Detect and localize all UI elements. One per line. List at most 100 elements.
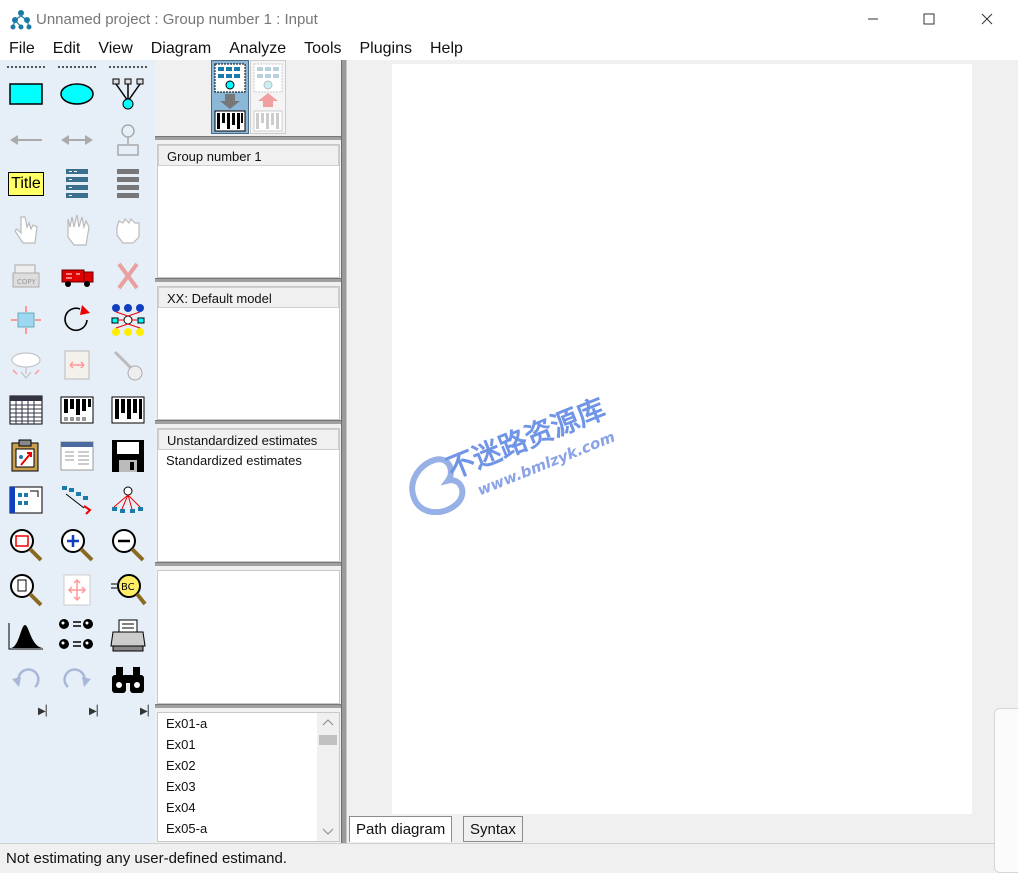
erase-objects-icon[interactable] — [108, 256, 148, 296]
minimize-button[interactable] — [844, 0, 902, 38]
drag-properties-icon[interactable] — [57, 480, 97, 520]
watermark: 不迷路资源库 www.bmlzyk.com — [388, 355, 648, 516]
view-text-icon[interactable] — [57, 436, 97, 476]
panel-separator[interactable] — [155, 562, 343, 566]
scroll-down-icon[interactable] — [322, 827, 334, 837]
move-parameter-icon[interactable] — [6, 345, 46, 385]
group-item[interactable]: Group number 1 — [158, 145, 339, 166]
computation-summary-panel — [157, 570, 340, 704]
model-item[interactable]: XX: Default model — [158, 287, 339, 308]
analysis-properties-icon[interactable] — [57, 390, 97, 430]
partial-popup-window — [994, 708, 1018, 873]
files-scrollbar[interactable] — [317, 713, 339, 841]
select-all-objects-icon[interactable] — [57, 210, 97, 250]
draw-unique-variable-icon[interactable] — [108, 120, 148, 160]
zoom-out-icon[interactable] — [108, 525, 148, 565]
resize-diagram-icon[interactable] — [57, 570, 97, 610]
save-diagram-icon[interactable] — [108, 436, 148, 476]
duplicate-objects-icon[interactable]: COPY — [6, 256, 46, 296]
file-item[interactable]: Ex04 — [158, 797, 318, 818]
zoom-selected-area-icon[interactable] — [6, 525, 46, 565]
scroll-icon[interactable] — [57, 345, 97, 385]
draw-path-icon[interactable] — [6, 120, 46, 160]
status-bar: Not estimating any user-defined estimand… — [0, 843, 1018, 873]
rotate-indicators-icon[interactable] — [57, 300, 97, 340]
select-data-files-icon[interactable] — [6, 390, 46, 430]
expand-arrow-icon[interactable]: ▶▏ — [89, 706, 104, 717]
file-item[interactable]: Ex05-a — [158, 818, 318, 839]
file-item[interactable]: Ex01-a — [158, 713, 318, 734]
menu-diagram[interactable]: Diagram — [142, 38, 220, 60]
scroll-up-icon[interactable] — [322, 717, 334, 727]
window-title: Unnamed project : Group number 1 : Input — [36, 11, 318, 28]
expand-arrow-icon[interactable]: ▶▏ — [38, 706, 53, 717]
maximize-icon — [923, 13, 935, 25]
print-diagram-icon[interactable] — [108, 616, 148, 656]
bayesian-estimation-icon[interactable] — [6, 616, 46, 656]
move-objects-icon[interactable] — [57, 256, 97, 296]
tab-path-diagram[interactable]: Path diagram — [349, 816, 453, 842]
minimize-icon — [868, 18, 878, 20]
list-variables-in-dataset-icon[interactable] — [108, 164, 148, 204]
navigation-panel: Group number 1 XX: Default model Unstand… — [155, 60, 345, 843]
panel-separator[interactable] — [155, 420, 343, 424]
undo-icon[interactable] — [6, 660, 46, 700]
toolbar-grip — [58, 66, 96, 68]
calculate-estimates-icon[interactable] — [108, 390, 148, 430]
menu-help[interactable]: Help — [421, 38, 472, 60]
estimates-list[interactable]: Unstandardized estimates Standardized es… — [157, 428, 340, 562]
draw-observed-variable-icon[interactable] — [6, 74, 46, 114]
reflect-indicators-icon[interactable] — [108, 300, 148, 340]
panel-separator[interactable] — [155, 704, 343, 708]
toolbar-grip — [109, 66, 147, 68]
magnifier-icon[interactable]: BC — [108, 570, 148, 610]
select-one-object-icon[interactable] — [6, 210, 46, 250]
panel-separator[interactable] — [155, 278, 343, 282]
estimate-item[interactable]: Standardized estimates — [158, 450, 339, 471]
maximize-button[interactable] — [900, 0, 958, 38]
draw-indicator-icon[interactable] — [108, 74, 148, 114]
title-tool-label: Title — [8, 172, 44, 196]
models-list[interactable]: XX: Default model — [157, 286, 340, 420]
draw-covariance-icon[interactable] — [57, 120, 97, 160]
object-properties-icon[interactable] — [6, 480, 46, 520]
menu-edit[interactable]: Edit — [44, 38, 90, 60]
figure-caption-icon[interactable]: Title — [6, 164, 46, 204]
menu-file[interactable]: File — [0, 38, 44, 60]
view-input-icon — [214, 63, 246, 132]
amos-app-icon — [10, 10, 32, 30]
deselect-all-objects-icon[interactable] — [108, 210, 148, 250]
list-variables-in-model-icon[interactable] — [57, 164, 97, 204]
files-list[interactable]: Ex01-a Ex01 Ex02 Ex03 Ex04 Ex05-a — [157, 712, 340, 842]
menu-plugins[interactable]: Plugins — [351, 38, 421, 60]
menu-analyze[interactable]: Analyze — [220, 38, 295, 60]
change-shape-icon[interactable] — [6, 300, 46, 340]
file-item[interactable]: Ex02 — [158, 755, 318, 776]
specification-search-icon[interactable] — [108, 660, 148, 700]
multiple-group-analysis-icon[interactable] — [57, 616, 97, 656]
file-item[interactable]: Ex01 — [158, 734, 318, 755]
copy-diagram-icon[interactable] — [6, 436, 46, 476]
expand-arrow-icon[interactable]: ▶▏ — [140, 706, 155, 717]
show-entire-page-icon[interactable] — [6, 570, 46, 610]
view-output-icon — [253, 63, 283, 132]
toolbox: Title COPY BC ▶▏ ▶▏ ▶▏ — [0, 60, 155, 843]
view-output-button[interactable] — [250, 60, 286, 134]
file-item[interactable]: Ex03 — [158, 776, 318, 797]
redo-icon[interactable] — [57, 660, 97, 700]
touch-up-icon[interactable] — [108, 345, 148, 385]
menu-view[interactable]: View — [89, 38, 141, 60]
scrollbar-thumb[interactable] — [319, 735, 337, 745]
close-icon — [981, 13, 993, 25]
preserve-symmetries-icon[interactable] — [108, 480, 148, 520]
tab-syntax[interactable]: Syntax — [463, 816, 523, 842]
estimate-item[interactable]: Unstandardized estimates — [158, 429, 339, 450]
zoom-in-icon[interactable] — [57, 525, 97, 565]
view-input-button[interactable] — [211, 60, 249, 134]
panel-separator[interactable] — [155, 136, 343, 140]
groups-list[interactable]: Group number 1 — [157, 144, 340, 278]
close-button[interactable] — [958, 0, 1016, 38]
draw-unobserved-variable-icon[interactable] — [57, 74, 97, 114]
menu-tools[interactable]: Tools — [295, 38, 350, 60]
toolbar-grip — [7, 66, 45, 68]
